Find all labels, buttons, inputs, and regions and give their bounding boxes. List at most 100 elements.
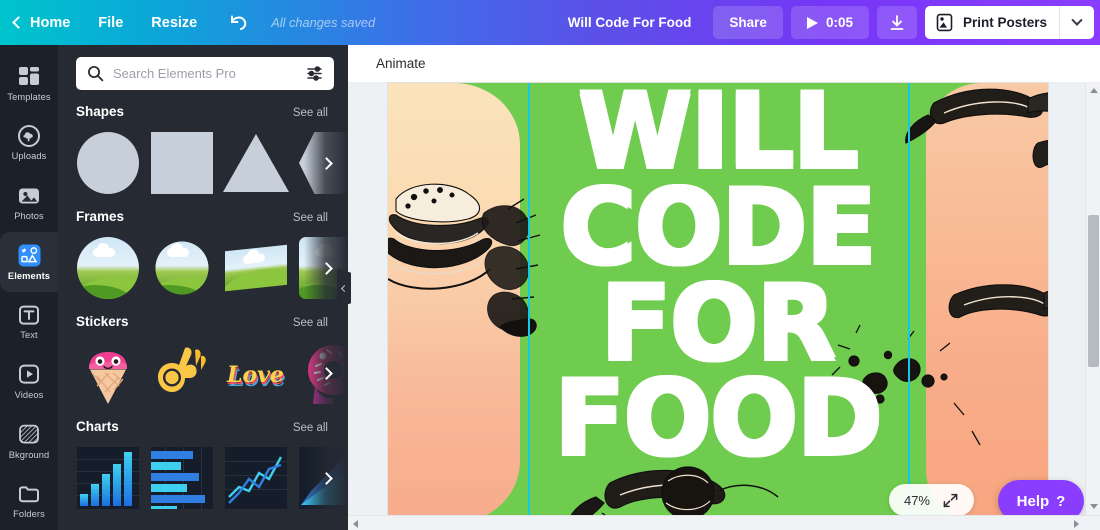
section-header: Stickers See all (76, 314, 348, 329)
elements-shapes-icon (17, 243, 42, 268)
shape-triangle[interactable] (223, 127, 289, 199)
help-question-icon: ? (1056, 492, 1066, 510)
see-all-charts[interactable]: See all (293, 422, 328, 434)
poster-line: WILL (578, 83, 858, 192)
section-shapes: Shapes See all (58, 98, 348, 203)
filter-sliders-icon[interactable] (305, 64, 324, 83)
scroll-right-button[interactable] (1069, 516, 1084, 530)
search-input[interactable] (113, 66, 296, 81)
sidebar-item-label: Text (20, 330, 38, 341)
poster-headline[interactable]: WILL CODE FOR FOOD (388, 83, 1048, 523)
chevron-right-icon (319, 156, 333, 170)
frame-skewed-rect[interactable] (224, 232, 288, 304)
vertical-scrollbar[interactable] (1085, 83, 1100, 530)
zoom-control[interactable]: 47% (888, 484, 974, 516)
search-box[interactable] (76, 57, 334, 90)
sticker-love-lettering[interactable]: Love Love Love (224, 337, 288, 409)
search-area (58, 45, 348, 98)
sticker-ok-hand[interactable] (150, 337, 214, 409)
love-lettering-sticker: Love Love Love (226, 362, 286, 392)
see-all-shapes[interactable]: See all (293, 107, 328, 119)
ice-cream-cone-sticker (89, 352, 127, 404)
chevron-right-icon (319, 366, 333, 380)
poster-line: CODE (560, 167, 876, 288)
resize-button[interactable]: Resize (137, 0, 211, 45)
ok-hand-sticker (158, 347, 206, 392)
home-button[interactable]: Home (0, 0, 84, 45)
chart-line[interactable] (224, 442, 288, 514)
sidebar-item-templates[interactable]: Templates (0, 53, 58, 113)
sidebar-item-label: Elements (7, 270, 51, 281)
section-header: Charts See all (76, 419, 348, 434)
sidebar-item-videos[interactable]: Videos (0, 351, 58, 411)
photo-mountain-icon (17, 183, 42, 208)
section-stickers: Stickers See all Love Love Love (58, 308, 348, 413)
scroll-left-button[interactable] (348, 516, 363, 530)
triangle-up-icon (1089, 88, 1098, 93)
section-header: Frames See all (76, 209, 348, 224)
file-label: File (98, 14, 124, 31)
undo-button[interactable] (211, 0, 265, 45)
sticker-ice-cream[interactable] (76, 337, 140, 409)
print-options-caret[interactable] (1060, 14, 1094, 27)
canvas-stage: Animate WILL CODE FOR FOOD 47% Help ? (348, 45, 1100, 530)
file-menu-button[interactable]: File (84, 0, 137, 45)
top-bar: Home File Resize All changes saved Will … (0, 0, 1100, 45)
shapes-next-button[interactable] (304, 127, 348, 199)
see-all-stickers[interactable]: See all (293, 317, 328, 329)
home-label: Home (30, 14, 71, 31)
print-posters-button[interactable]: Print Posters (924, 6, 1094, 39)
folder-icon (17, 481, 42, 506)
chart-horizontal-bar[interactable] (150, 442, 214, 514)
share-label: Share (729, 15, 767, 30)
canvas-toolbar: Animate (348, 45, 1100, 83)
sidebar-item-photos[interactable]: Photos (0, 172, 58, 232)
sidebar-item-uploads[interactable]: Uploads (0, 113, 58, 173)
panel-collapse-button[interactable] (337, 268, 351, 308)
background-hatch-icon (17, 422, 42, 447)
triangle-down-icon (1089, 504, 1098, 509)
play-triangle-icon (806, 16, 818, 29)
chart-column[interactable] (76, 442, 140, 514)
chevron-left-icon (340, 284, 348, 292)
section-title: Stickers (76, 314, 129, 329)
vertical-scrollbar-thumb[interactable] (1088, 215, 1099, 367)
section-title: Charts (76, 419, 119, 434)
stickers-next-button[interactable] (304, 337, 348, 409)
animate-button[interactable]: Animate (376, 56, 426, 71)
frame-circle[interactable] (76, 232, 140, 304)
chevron-right-icon (319, 471, 333, 485)
left-rail: Templates Uploads Photos Elements Text V… (0, 45, 58, 530)
expand-arrows-icon[interactable] (942, 492, 959, 509)
share-button[interactable]: Share (713, 6, 783, 39)
sidebar-item-bkground[interactable]: Bkground (0, 411, 58, 471)
shape-square[interactable] (150, 127, 214, 199)
preview-play-button[interactable]: 0:05 (790, 6, 869, 39)
triangle-left-icon (353, 519, 358, 528)
section-header: Shapes See all (76, 104, 348, 119)
undo-arrow-icon (231, 15, 247, 30)
horizontal-scrollbar[interactable] (348, 515, 1100, 530)
see-all-frames[interactable]: See all (293, 212, 328, 224)
charts-next-button[interactable] (304, 442, 348, 514)
design-page[interactable]: WILL CODE FOR FOOD (388, 83, 1048, 523)
frame-scalloped[interactable] (150, 232, 214, 304)
sidebar-item-label: Uploads (11, 151, 47, 162)
shapes-row (76, 127, 348, 203)
sidebar-item-elements[interactable]: Elements (0, 231, 58, 292)
sidebar-item-label: Bkground (8, 449, 50, 460)
scroll-down-button[interactable] (1086, 499, 1100, 514)
canvas-scroll-area[interactable]: WILL CODE FOR FOOD (348, 83, 1100, 530)
sidebar-item-label: Videos (14, 389, 44, 400)
document-title[interactable]: Will Code For Food (546, 15, 714, 30)
shape-circle[interactable] (76, 127, 140, 199)
sidebar-item-folders[interactable]: Folders (0, 470, 58, 530)
print-posters-label: Print Posters (962, 15, 1047, 30)
download-button[interactable] (876, 6, 917, 39)
help-label: Help (1016, 492, 1050, 510)
templates-grid-icon (17, 64, 42, 89)
scroll-up-button[interactable] (1086, 83, 1100, 98)
sidebar-item-text[interactable]: Text (0, 292, 58, 352)
chevron-left-icon (12, 16, 25, 29)
top-bar-left-group: Home File Resize All changes saved (0, 0, 375, 45)
